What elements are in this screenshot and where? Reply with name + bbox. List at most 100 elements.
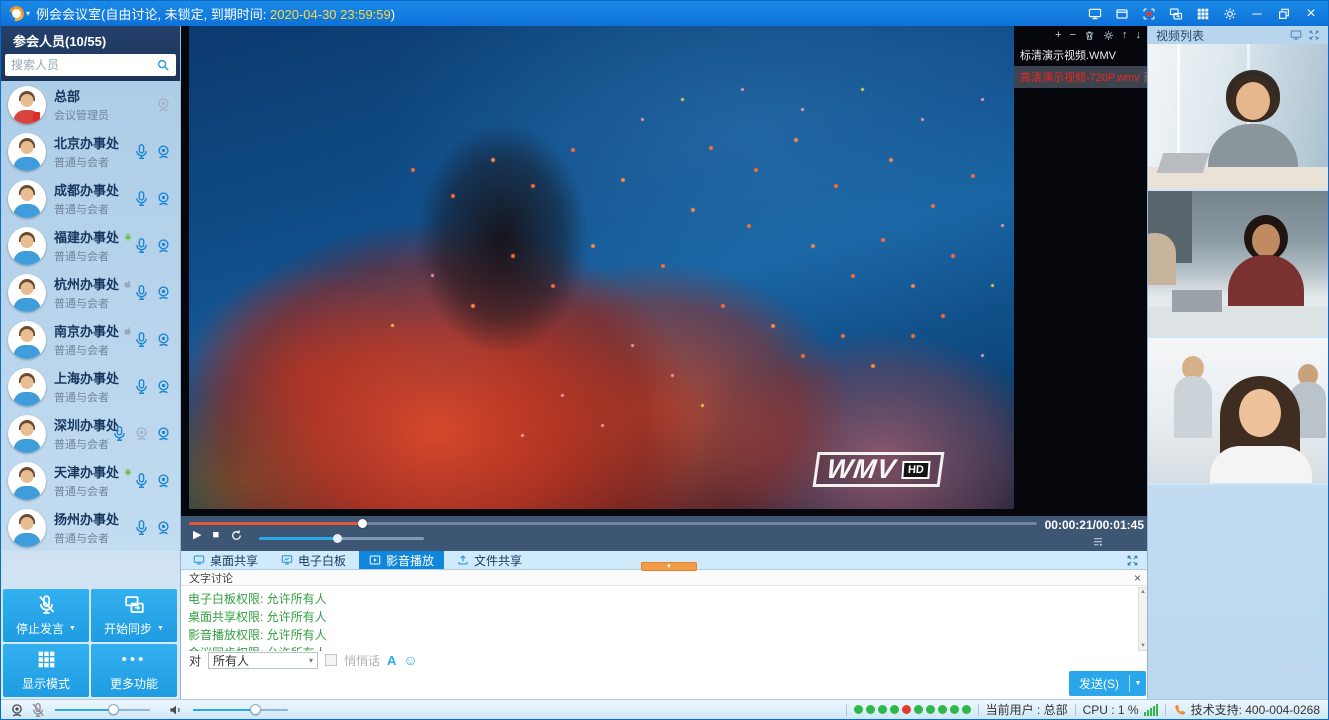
- maximize-restore-button[interactable]: [1275, 5, 1293, 23]
- send-button[interactable]: 发送(S) ▼: [1069, 671, 1146, 696]
- webcam-icon[interactable]: [155, 237, 172, 254]
- layout-grid-icon[interactable]: [1194, 5, 1212, 23]
- tab-whiteboard[interactable]: 电子白板: [271, 551, 356, 569]
- emoji-icon[interactable]: ☺: [403, 653, 417, 667]
- participant-row[interactable]: 福建办事处 普通与会者: [1, 222, 180, 269]
- mic-muted-status-icon[interactable]: [30, 702, 46, 718]
- meeting-expiry-time: 2020-04-30 23:59:59: [270, 7, 391, 22]
- playlist-item[interactable]: 标清演示视频.WMV: [1014, 44, 1149, 66]
- apple-icon: [123, 324, 133, 338]
- mic-icon[interactable]: [133, 378, 150, 395]
- whisper-checkbox[interactable]: [325, 654, 337, 666]
- expand-icon[interactable]: [1308, 29, 1320, 41]
- dropdown-caret-icon[interactable]: ▼: [69, 625, 76, 632]
- participant-row[interactable]: 天津办事处 普通与会者: [1, 457, 180, 504]
- participant-row[interactable]: 南京办事处 普通与会者: [1, 316, 180, 363]
- mic-icon[interactable]: [133, 284, 150, 301]
- stop-speaking-button[interactable]: 停止发言▼: [3, 589, 89, 642]
- mic-icon[interactable]: [133, 237, 150, 254]
- webcam-icon[interactable]: [155, 331, 172, 348]
- stop-button[interactable]: ■: [212, 530, 219, 541]
- webcam-status-icon[interactable]: [9, 702, 25, 718]
- participant-row[interactable]: 上海办事处 普通与会者: [1, 363, 180, 410]
- mic-icon[interactable]: [133, 190, 150, 207]
- participant-search[interactable]: [5, 54, 176, 76]
- webcam-icon[interactable]: [155, 190, 172, 207]
- webcam-icon[interactable]: [155, 284, 172, 301]
- replay-button[interactable]: [230, 529, 243, 542]
- slider-handle[interactable]: [250, 704, 261, 715]
- player-volume-slider[interactable]: [259, 537, 424, 540]
- recipient-select[interactable]: 所有人 ▾: [208, 652, 318, 669]
- webcam-icon[interactable]: [155, 472, 172, 489]
- slider-handle[interactable]: [108, 704, 119, 715]
- participant-row[interactable]: 总部 会议管理员: [1, 81, 180, 128]
- trash-icon[interactable]: [1084, 30, 1095, 41]
- app-menu-chevron-icon[interactable]: ▾: [26, 9, 30, 18]
- settings-gear-icon[interactable]: [1221, 5, 1239, 23]
- webcam-off-icon[interactable]: [133, 425, 150, 442]
- minimize-button[interactable]: ─: [1248, 5, 1266, 23]
- font-style-icon[interactable]: A: [387, 653, 396, 668]
- window-mode-icon[interactable]: [1113, 5, 1131, 23]
- playlist-settings-gear-icon[interactable]: [1103, 30, 1114, 41]
- participant-role: 普通与会者: [54, 342, 133, 358]
- more-functions-button[interactable]: ••• 更多功能: [91, 644, 177, 697]
- video-thumbnail[interactable]: [1148, 191, 1328, 338]
- chat-collapse-handle[interactable]: ▼: [641, 562, 697, 571]
- fullscreen-icon[interactable]: [1126, 554, 1139, 567]
- remove-media-icon[interactable]: −: [1070, 30, 1076, 41]
- playlist-item-selected[interactable]: 高清演示视频-720P.wmv 删除: [1014, 66, 1149, 88]
- webcam-icon[interactable]: [155, 425, 172, 442]
- speaker-icon[interactable]: [168, 702, 184, 718]
- chat-input-area[interactable]: 发送(S) ▼: [181, 669, 1149, 699]
- volume-handle[interactable]: [333, 534, 342, 543]
- participant-row[interactable]: 北京办事处 普通与会者: [1, 128, 180, 175]
- participant-row[interactable]: 深圳办事处 普通与会者: [1, 410, 180, 457]
- add-media-icon[interactable]: +: [1055, 30, 1061, 41]
- webcam-icon[interactable]: [155, 519, 172, 536]
- move-down-icon[interactable]: ↓: [1136, 30, 1142, 41]
- playlist-toggle-icon[interactable]: [1091, 535, 1105, 547]
- speaker-volume-slider[interactable]: [193, 709, 288, 711]
- progress-handle[interactable]: [358, 519, 367, 528]
- webcam-icon[interactable]: [155, 378, 172, 395]
- app-logo-icon[interactable]: [6, 3, 26, 23]
- move-up-icon[interactable]: ↑: [1122, 30, 1128, 41]
- display-mode-button[interactable]: 显示模式: [3, 644, 89, 697]
- mic-icon[interactable]: [133, 143, 150, 160]
- webcam-icon[interactable]: [155, 96, 172, 113]
- video-thumbnail[interactable]: [1148, 338, 1328, 485]
- mic-icon[interactable]: [133, 472, 150, 489]
- participant-row[interactable]: 扬州办事处 普通与会者: [1, 504, 180, 551]
- chat-close-icon[interactable]: ×: [1134, 572, 1141, 584]
- tab-media-playback[interactable]: 影音播放: [359, 551, 444, 569]
- participant-role: 普通与会者: [54, 436, 111, 452]
- search-icon[interactable]: [156, 58, 170, 72]
- play-button[interactable]: ▶: [193, 530, 201, 541]
- webcam-icon[interactable]: [155, 143, 172, 160]
- scroll-down-icon[interactable]: ▼: [1140, 643, 1146, 649]
- playback-progress-bar[interactable]: [189, 522, 1037, 525]
- video-wall-icon[interactable]: [1290, 29, 1302, 41]
- dropdown-caret-icon[interactable]: ▼: [157, 625, 164, 632]
- mic-icon[interactable]: [111, 425, 128, 442]
- scroll-up-icon[interactable]: ▲: [1140, 589, 1146, 595]
- participant-row[interactable]: 成都办事处 普通与会者: [1, 175, 180, 222]
- tab-file-share[interactable]: 文件共享: [447, 551, 532, 569]
- mic-volume-slider[interactable]: [55, 709, 150, 711]
- search-input[interactable]: [11, 58, 152, 72]
- video-canvas[interactable]: WMV HD: [189, 26, 1014, 509]
- close-button[interactable]: ×: [1302, 5, 1320, 23]
- participant-role: 普通与会者: [54, 530, 119, 546]
- desktop-share-icon[interactable]: [1086, 5, 1104, 23]
- tab-desktop-share[interactable]: 桌面共享: [183, 551, 268, 569]
- video-thumbnail[interactable]: [1148, 44, 1328, 191]
- start-sync-button[interactable]: 开始同步▼: [91, 589, 177, 642]
- sync-screens-icon[interactable]: [1167, 5, 1185, 23]
- record-icon[interactable]: [1140, 5, 1158, 23]
- send-options-caret-icon[interactable]: ▼: [1130, 680, 1146, 687]
- mic-icon[interactable]: [133, 331, 150, 348]
- participant-row[interactable]: 杭州办事处 普通与会者: [1, 269, 180, 316]
- mic-icon[interactable]: [133, 519, 150, 536]
